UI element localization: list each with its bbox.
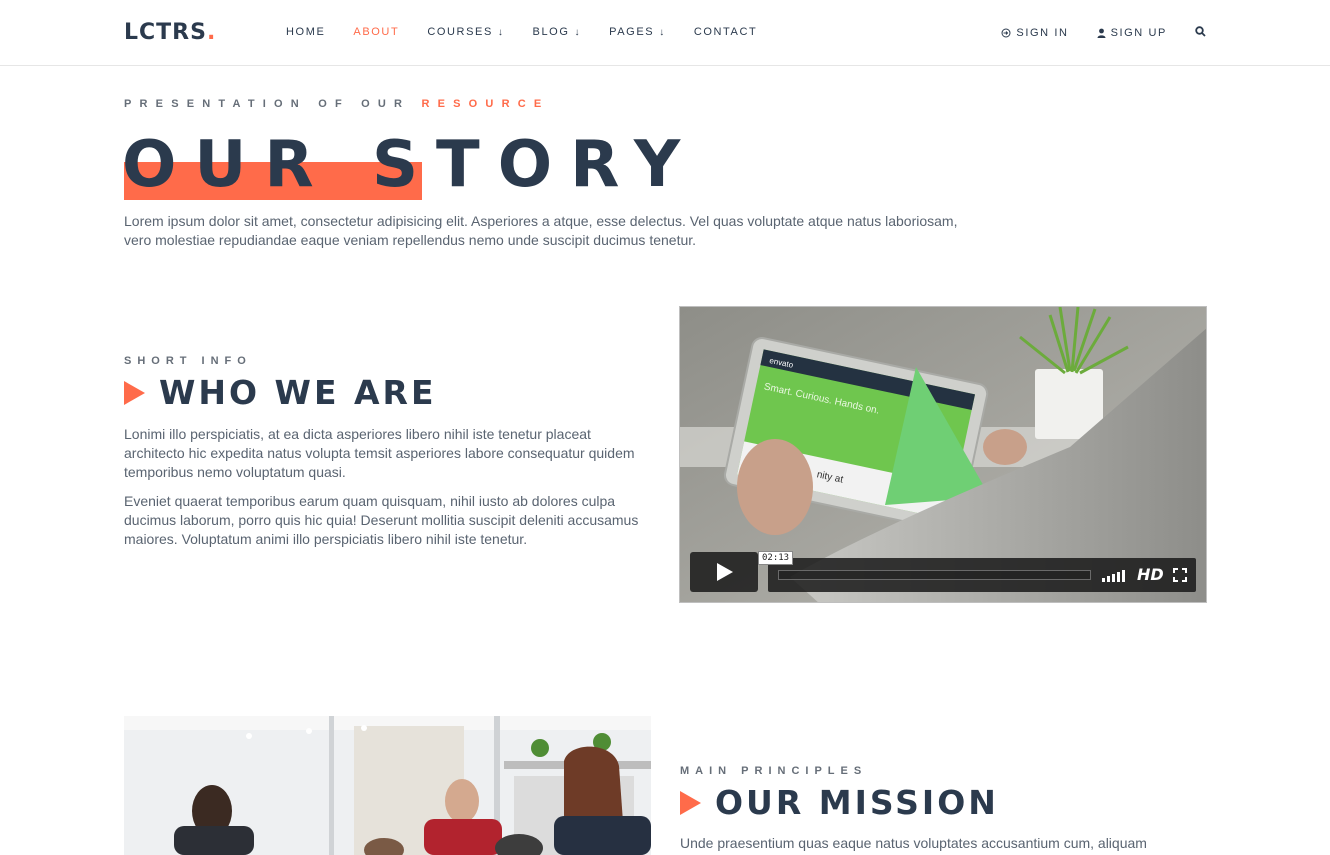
sign-in-label[interactable]: SIGN IN: [1016, 27, 1068, 39]
volume-icon[interactable]: [1102, 569, 1127, 582]
team-photo: [124, 716, 651, 855]
hero-eyebrow: PRESENTATION OF OUR RESOURCE: [124, 98, 549, 110]
who-paragraph-1: Lonimi illo perspiciatis, at ea dicta as…: [124, 426, 635, 480]
nav-home-label[interactable]: HOME: [286, 26, 325, 38]
logo[interactable]: LCTRS.: [124, 20, 216, 45]
logo-text[interactable]: LCTRS: [124, 20, 207, 45]
play-button[interactable]: [690, 552, 758, 592]
nav-courses-label[interactable]: COURSES: [427, 26, 493, 38]
nav-item-courses[interactable]: COURSES ↓: [427, 26, 504, 38]
nav-item-contact[interactable]: CONTACT: [694, 26, 758, 38]
arrow-down-icon: ↓: [574, 26, 582, 38]
main-nav: HOME ABOUT COURSES ↓ BLOG ↓ PAGES ↓ CONTACT: [286, 26, 785, 38]
sign-up-link[interactable]: SIGN UP: [1097, 27, 1167, 39]
site-header: LCTRS. HOME ABOUT COURSES ↓ BLOG ↓ PAGES ↓ …: [0, 0, 1330, 66]
nav-item-home[interactable]: HOME: [286, 26, 325, 38]
sign-in-link[interactable]: SIGN IN: [1001, 27, 1068, 39]
triangle-bullet-icon: [124, 380, 145, 405]
search-button[interactable]: [1195, 26, 1206, 40]
who-heading-text: WHO WE ARE: [159, 373, 437, 412]
nav-item-blog[interactable]: BLOG ↓: [533, 26, 582, 38]
hero-eyebrow-accent: RESOURCE: [421, 98, 550, 110]
sign-up-label[interactable]: SIGN UP: [1111, 27, 1167, 39]
mission-eyebrow: MAIN PRINCIPLES: [680, 765, 868, 777]
mission-heading-text: OUR MISSION: [715, 783, 999, 822]
arrow-down-icon: ↓: [497, 26, 505, 38]
nav-pages-label[interactable]: PAGES: [609, 26, 654, 38]
nav-contact-label[interactable]: CONTACT: [694, 26, 758, 38]
video-progress-bar[interactable]: [778, 570, 1091, 580]
nav-item-pages[interactable]: PAGES ↓: [609, 26, 666, 38]
who-eyebrow: SHORT INFO: [124, 355, 252, 367]
logo-dot: .: [206, 20, 217, 45]
mission-paragraph: Unde praesentium quas eaque natus volupt…: [680, 835, 1147, 851]
nav-blog-label[interactable]: BLOG: [533, 26, 570, 38]
user-icon: [1097, 28, 1106, 38]
nav-about-label[interactable]: ABOUT: [353, 26, 399, 38]
arrow-down-icon: ↓: [659, 26, 666, 38]
play-icon: [717, 563, 733, 581]
account-nav: SIGN IN SIGN UP: [973, 26, 1206, 40]
search-icon[interactable]: [1195, 26, 1206, 40]
sign-in-icon: [1001, 28, 1011, 38]
who-paragraph-2: Eveniet quaerat temporibus earum quam qu…: [124, 493, 639, 547]
fullscreen-icon[interactable]: [1173, 567, 1187, 586]
who-heading: WHO WE ARE: [124, 373, 436, 412]
hero-eyebrow-prefix: PRESENTATION OF OUR: [124, 98, 411, 110]
triangle-bullet-icon: [680, 790, 701, 815]
hd-toggle[interactable]: HD: [1137, 565, 1164, 584]
page-title: OUR STORY: [122, 128, 699, 202]
video-controls-bar: HD: [768, 558, 1196, 592]
video-player[interactable]: envato Smart. Curious. Hands on. nity at…: [679, 306, 1207, 603]
mission-heading: OUR MISSION: [680, 783, 999, 822]
hero-description: Lorem ipsum dolor sit amet, consectetur …: [124, 213, 958, 248]
nav-item-about[interactable]: ABOUT: [353, 26, 399, 38]
video-timecode: 02:13: [758, 551, 794, 565]
